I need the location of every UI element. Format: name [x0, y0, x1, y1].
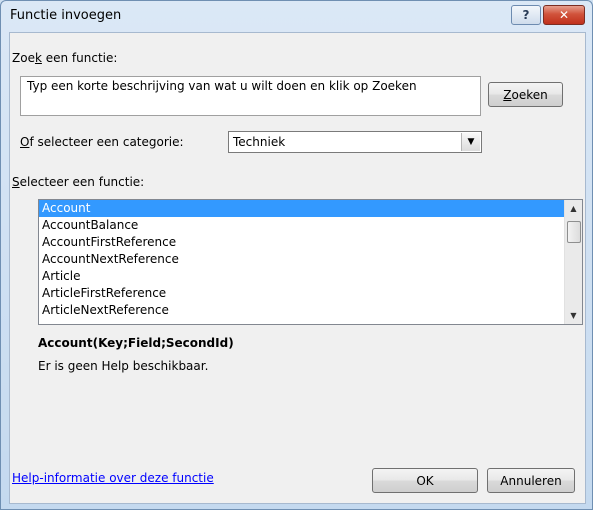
close-icon: ✕ [558, 8, 570, 22]
function-list-item[interactable]: Article [39, 268, 582, 285]
function-help-text: Er is geen Help beschikbaar. [38, 359, 209, 373]
list-scrollbar[interactable]: ▲ ▼ [564, 200, 582, 324]
function-signature: Account(Key;Field;SecondId) [38, 336, 234, 350]
search-input-text: Typ een korte beschrijving van wat u wil… [27, 79, 417, 93]
function-list-item[interactable]: AccountBalance [39, 217, 582, 234]
function-list-item[interactable]: ArticleFirstReference [39, 285, 582, 302]
search-button[interactable]: Zoeken [488, 82, 563, 107]
dropdown-arrow-icon[interactable]: ▼ [461, 133, 480, 151]
category-label: Of selecteer een categorie: [20, 135, 184, 149]
cancel-button-label: Annuleren [500, 473, 562, 488]
help-link[interactable]: Help-informatie over deze functie [12, 471, 214, 485]
category-value: Techniek [233, 135, 286, 149]
function-list[interactable]: Account AccountBalance AccountFirstReferen… [38, 199, 583, 325]
search-input[interactable]: Typ een korte beschrijving van wat u wil… [20, 76, 481, 116]
cancel-button[interactable]: Annuleren [487, 468, 575, 493]
close-button[interactable]: ✕ [543, 5, 585, 25]
dialog-title: Functie invoegen [10, 8, 122, 23]
scroll-up-icon[interactable]: ▲ [565, 200, 582, 217]
ok-button-label: OK [416, 473, 434, 488]
dialog-body: Zoek een functie: Typ een korte beschrij… [9, 32, 586, 504]
ok-button[interactable]: OK [372, 468, 478, 493]
function-list-item[interactable]: AccountNextReference [39, 251, 582, 268]
function-list-item[interactable]: ArticleNextReference [39, 302, 582, 319]
function-list-item[interactable]: Account [39, 200, 565, 217]
function-list-label: Selecteer een functie: [12, 175, 145, 189]
title-bar[interactable]: Functie invoegen ? ✕ [1, 1, 592, 31]
help-button[interactable]: ? [511, 5, 541, 25]
search-label: Zoek een functie: [12, 51, 118, 65]
scroll-thumb[interactable] [567, 221, 581, 243]
search-button-label: Zoeken [503, 87, 548, 102]
help-icon: ? [522, 8, 530, 22]
function-list-item[interactable]: AccountFirstReference [39, 234, 582, 251]
category-select[interactable]: Techniek ▼ [228, 131, 482, 153]
insert-function-dialog: Functie invoegen ? ✕ Zoek een functie: T… [0, 0, 593, 510]
scroll-down-icon[interactable]: ▼ [565, 307, 582, 324]
